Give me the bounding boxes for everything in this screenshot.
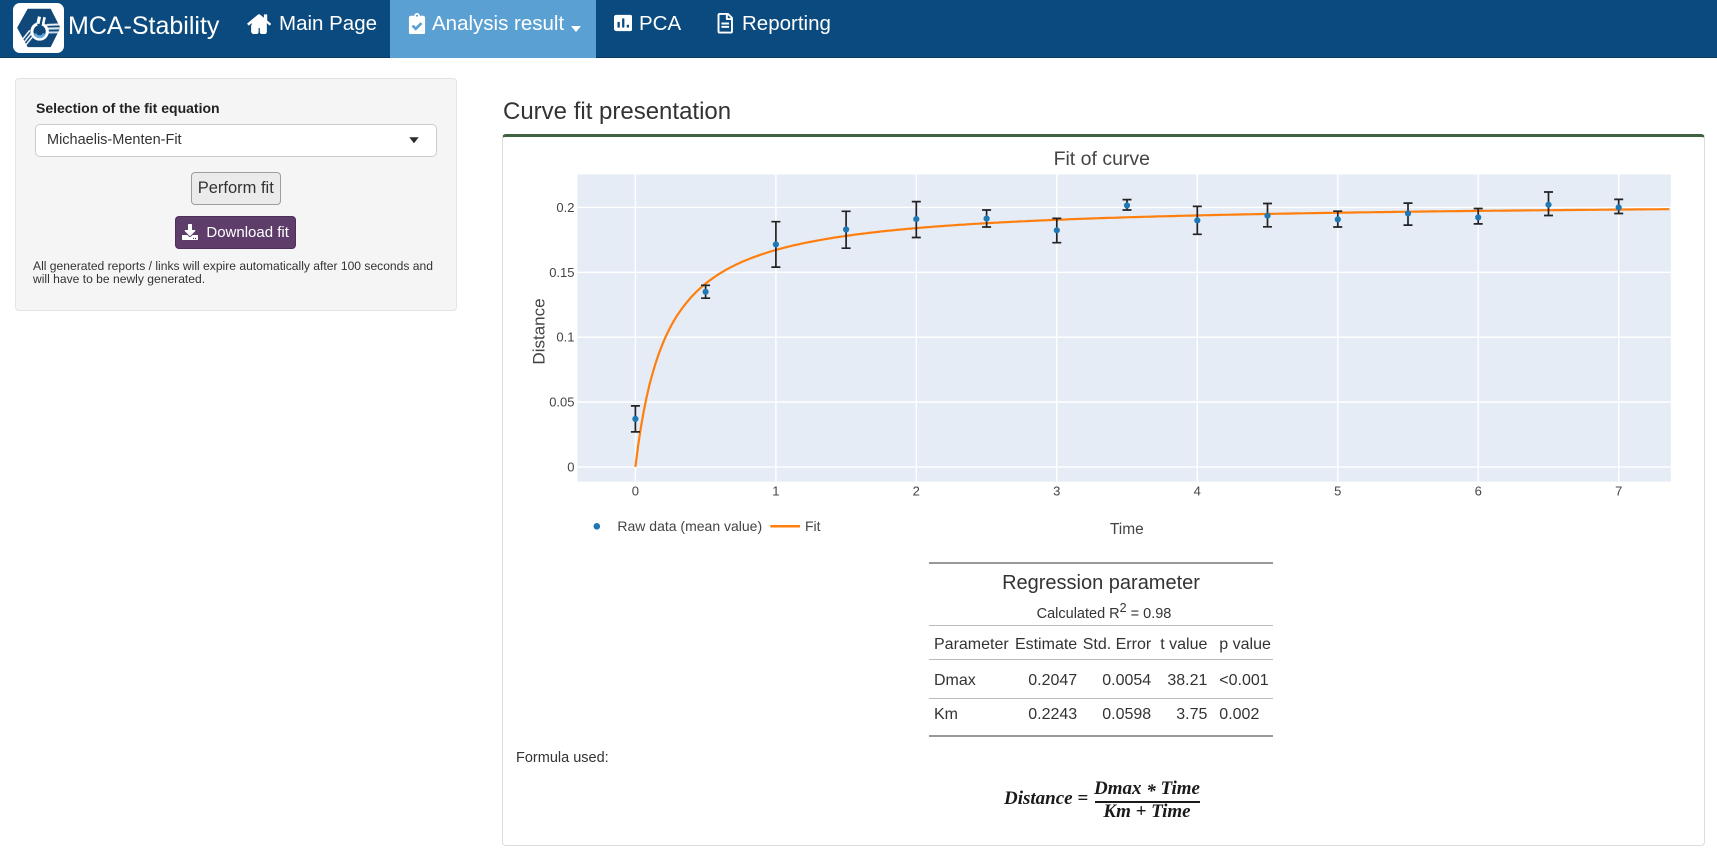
svg-text:Fit of curve: Fit of curve — [1054, 148, 1150, 170]
svg-text:3: 3 — [1053, 484, 1060, 499]
svg-text:1: 1 — [772, 484, 779, 499]
svg-text:Raw data (mean value): Raw data (mean value) — [617, 518, 762, 534]
svg-text:7: 7 — [1615, 484, 1622, 499]
svg-text:4: 4 — [1194, 484, 1201, 499]
svg-text:6: 6 — [1475, 484, 1482, 499]
svg-text:Distance: Distance — [530, 298, 549, 364]
svg-text:0.2: 0.2 — [556, 200, 574, 215]
svg-text:0: 0 — [567, 459, 574, 474]
svg-text:0.05: 0.05 — [549, 395, 574, 410]
svg-text:Time: Time — [1110, 521, 1144, 538]
svg-text:2: 2 — [913, 484, 920, 499]
svg-text:0: 0 — [632, 484, 639, 499]
svg-text:5: 5 — [1334, 484, 1341, 499]
svg-text:0.15: 0.15 — [549, 265, 574, 280]
svg-text:0.1: 0.1 — [556, 330, 574, 345]
svg-text:Fit: Fit — [805, 518, 821, 534]
